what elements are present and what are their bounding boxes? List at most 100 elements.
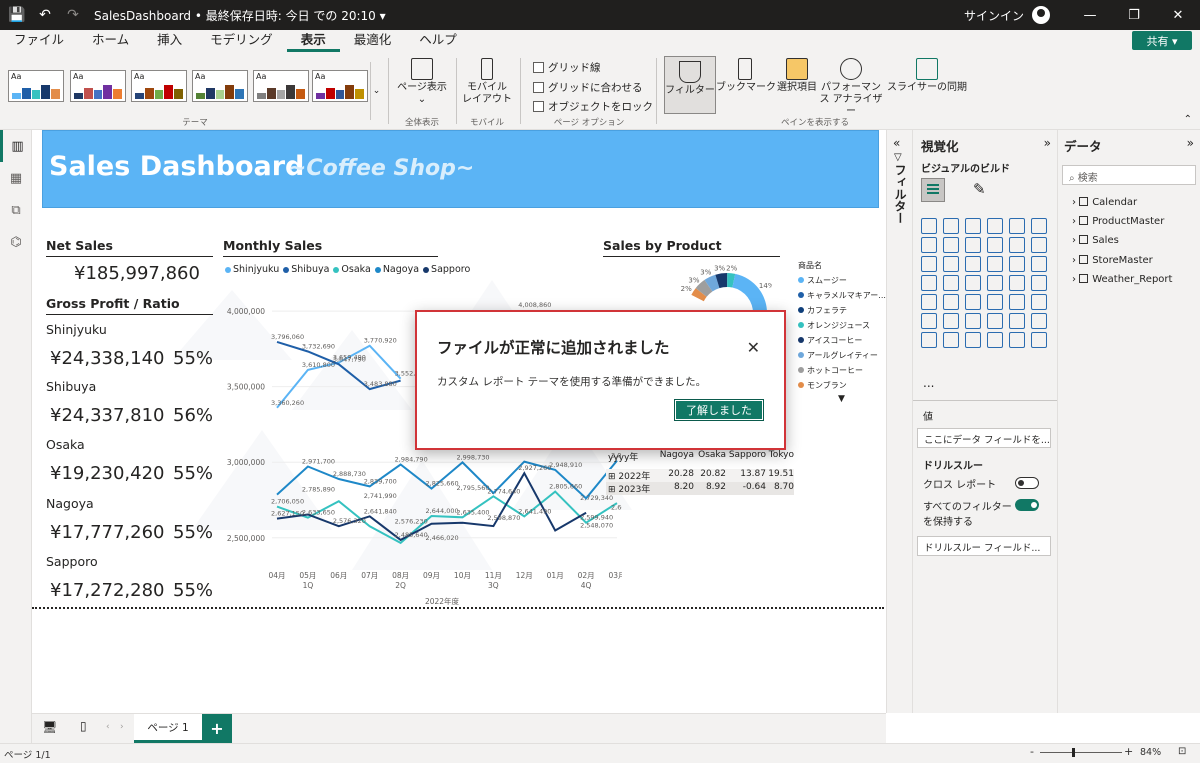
- tab-view[interactable]: 表示: [286, 30, 340, 52]
- legend-item[interactable]: Shinjyuku: [225, 264, 279, 275]
- drillthrough-well[interactable]: ドリルスルー フィールド...: [917, 536, 1051, 556]
- visual-type-icon[interactable]: [1009, 237, 1025, 253]
- collapse-pane-icon[interactable]: »: [1187, 136, 1194, 150]
- theme-more-button[interactable]: ⌄: [370, 62, 382, 120]
- visual-type-icon[interactable]: [921, 237, 937, 253]
- product-legend-item[interactable]: キャラメルマキアー...: [798, 288, 886, 303]
- build-visual-icon[interactable]: [921, 178, 945, 202]
- sync-slicers-button[interactable]: スライサーの同期: [886, 58, 968, 94]
- visual-type-icon[interactable]: [987, 294, 1003, 310]
- visual-type-icon[interactable]: [943, 313, 959, 329]
- tab-help[interactable]: ヘルプ: [405, 30, 471, 52]
- prev-page-icon[interactable]: ‹: [106, 722, 110, 732]
- visual-type-icon[interactable]: [1031, 313, 1047, 329]
- product-legend-item[interactable]: アールグレイティー: [798, 348, 886, 363]
- more-visuals-icon[interactable]: ...: [923, 376, 934, 390]
- product-legend-item[interactable]: カフェラテ: [798, 303, 886, 318]
- theme-tile[interactable]: Aa: [312, 70, 368, 102]
- page-view-button[interactable]: ページ表示 ⌄: [396, 58, 448, 106]
- donut-slice[interactable]: [732, 273, 767, 315]
- fit-to-page-icon[interactable]: ⊡: [1178, 746, 1186, 757]
- collapse-pane-icon[interactable]: »: [1044, 136, 1051, 150]
- sales-by-product-donut[interactable]: 2%3%3%3%2%14%: [622, 265, 772, 315]
- minimize-icon[interactable]: —: [1068, 0, 1112, 30]
- visual-type-icon[interactable]: [987, 218, 1003, 234]
- tab-home[interactable]: ホーム: [78, 30, 143, 52]
- legend-item[interactable]: Osaka: [333, 264, 371, 275]
- product-legend-item[interactable]: モンブラン: [798, 378, 886, 393]
- table-item-productmaster[interactable]: › ProductMaster: [1072, 216, 1164, 227]
- theme-tile[interactable]: Aa: [70, 70, 126, 102]
- tab-modeling[interactable]: モデリング: [196, 30, 287, 52]
- visual-type-icon[interactable]: [1031, 294, 1047, 310]
- collapse-ribbon-icon[interactable]: ⌃: [1184, 114, 1192, 125]
- desktop-layout-icon[interactable]: 🖥: [42, 720, 57, 734]
- visual-type-icon[interactable]: [987, 256, 1003, 272]
- visual-type-icon[interactable]: [1009, 332, 1025, 348]
- filter-pane-collapsed[interactable]: « ▽ フィルター: [886, 130, 912, 713]
- visual-type-icon[interactable]: [921, 256, 937, 272]
- visual-type-icon[interactable]: [965, 237, 981, 253]
- mobile-layout-button[interactable]: モバイル レイアウト: [462, 58, 512, 106]
- visual-type-icon[interactable]: [1009, 294, 1025, 310]
- window-title[interactable]: SalesDashboard • 最終保存日時: 今日 での 20:10 ▾: [94, 7, 386, 24]
- theme-tile[interactable]: Aa: [192, 70, 248, 102]
- product-legend-item[interactable]: アイスコーヒー: [798, 333, 886, 348]
- visual-type-icon[interactable]: [987, 332, 1003, 348]
- legend-item[interactable]: Nagoya: [374, 264, 419, 275]
- values-well[interactable]: ここにデータ フィールドを...: [917, 428, 1051, 448]
- close-icon[interactable]: ✕: [747, 338, 760, 357]
- visual-type-icon[interactable]: [921, 313, 937, 329]
- add-page-button[interactable]: +: [202, 714, 232, 743]
- undo-icon[interactable]: ↶: [34, 4, 56, 26]
- visual-type-icon[interactable]: [965, 218, 981, 234]
- visual-type-icon[interactable]: [1009, 218, 1025, 234]
- visual-type-icon[interactable]: [1009, 256, 1025, 272]
- visual-type-icon[interactable]: [987, 313, 1003, 329]
- visual-type-icon[interactable]: [943, 294, 959, 310]
- tab-optimize[interactable]: 最適化: [340, 30, 406, 52]
- avatar-icon[interactable]: [1032, 6, 1050, 24]
- keep-filters-toggle[interactable]: [1015, 499, 1039, 511]
- visual-type-icon[interactable]: [965, 256, 981, 272]
- gridlines-checkbox[interactable]: グリッド線: [533, 60, 601, 75]
- snap-to-grid-checkbox[interactable]: グリッドに合わせる: [533, 80, 643, 95]
- visual-type-icon[interactable]: [943, 332, 959, 348]
- visual-type-icon[interactable]: [1031, 332, 1047, 348]
- visual-type-icon[interactable]: [1031, 237, 1047, 253]
- visual-type-icon[interactable]: [1009, 313, 1025, 329]
- visual-type-icon[interactable]: [943, 218, 959, 234]
- visual-type-icon[interactable]: [965, 332, 981, 348]
- zoom-out-button[interactable]: -: [1030, 745, 1034, 758]
- format-visual-icon[interactable]: ✎: [973, 180, 986, 198]
- theme-tile[interactable]: Aa: [131, 70, 187, 102]
- table-row[interactable]: ⊞ 2023年 8.20 8.92 -0.64 8.70: [606, 482, 794, 495]
- redo-icon[interactable]: ↷: [62, 4, 84, 26]
- theme-tile[interactable]: Aa: [253, 70, 309, 102]
- visual-type-icon[interactable]: [1009, 275, 1025, 291]
- dax-query-icon[interactable]: ⌬: [0, 226, 32, 258]
- next-page-icon[interactable]: ›: [120, 722, 124, 732]
- theme-tile[interactable]: Aa: [8, 70, 64, 102]
- lock-objects-checkbox[interactable]: オブジェクトをロック: [533, 99, 653, 114]
- visual-type-icon[interactable]: [921, 218, 937, 234]
- visual-type-icon[interactable]: [1031, 275, 1047, 291]
- data-search-input[interactable]: ⌕ 検索: [1062, 165, 1196, 185]
- visual-type-icon[interactable]: [965, 294, 981, 310]
- product-legend-item[interactable]: ホットコーヒー: [798, 363, 886, 378]
- tab-insert[interactable]: 挿入: [143, 30, 196, 52]
- mobile-layout-icon[interactable]: ▯: [80, 719, 87, 733]
- page-tab-1[interactable]: ページ 1: [134, 714, 202, 743]
- visual-type-icon[interactable]: [943, 256, 959, 272]
- zoom-slider[interactable]: [1040, 748, 1122, 757]
- visual-type-icon[interactable]: [965, 275, 981, 291]
- close-icon[interactable]: ✕: [1156, 0, 1200, 30]
- table-item-sales[interactable]: › Sales: [1072, 235, 1119, 246]
- table-item-calendar[interactable]: › Calendar: [1072, 197, 1137, 208]
- performance-analyzer-button[interactable]: パフォーマンス アナライザー: [818, 58, 884, 118]
- visual-type-icon[interactable]: [943, 275, 959, 291]
- save-icon[interactable]: 💾: [6, 4, 28, 26]
- selection-pane-button[interactable]: 選択項目: [776, 58, 818, 94]
- visual-type-icon[interactable]: [987, 275, 1003, 291]
- tab-file[interactable]: ファイル: [0, 30, 78, 52]
